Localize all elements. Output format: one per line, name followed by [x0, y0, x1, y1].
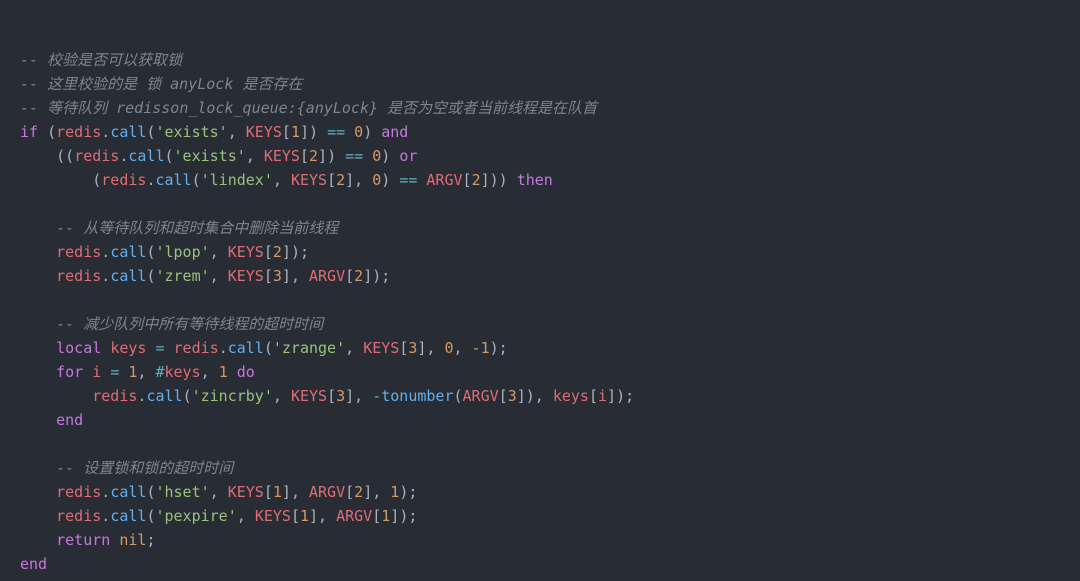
comment-line: -- 校验是否可以获取锁: [20, 51, 182, 69]
comment-line: -- 等待队列 redisson_lock_queue:{anyLock} 是否…: [20, 99, 597, 117]
code-block: -- 校验是否可以获取锁 -- 这里校验的是 锁 anyLock 是否存在 --…: [20, 24, 1060, 576]
code-line: redis.call('zincrby', KEYS[3], -tonumber…: [20, 387, 634, 405]
code-line: local keys = redis.call('zrange', KEYS[3…: [20, 339, 508, 357]
comment-line: -- 从等待队列和超时集合中删除当前线程: [20, 219, 338, 237]
comment-line: -- 这里校验的是 锁 anyLock 是否存在: [20, 75, 302, 93]
code-line: if (redis.call('exists', KEYS[1]) == 0) …: [20, 123, 408, 141]
comment-line: -- 减少队列中所有等待线程的超时时间: [20, 315, 323, 333]
code-line: redis.call('zrem', KEYS[3], ARGV[2]);: [20, 267, 390, 285]
code-line: (redis.call('lindex', KEYS[2], 0) == ARG…: [20, 171, 553, 189]
code-line: end: [20, 411, 83, 429]
comment-line: -- 设置锁和锁的超时时间: [20, 459, 233, 477]
code-line: redis.call('hset', KEYS[1], ARGV[2], 1);: [20, 483, 417, 501]
code-line: redis.call('pexpire', KEYS[1], ARGV[1]);: [20, 507, 417, 525]
code-line: ((redis.call('exists', KEYS[2]) == 0) or: [20, 147, 417, 165]
code-line: redis.call('lpop', KEYS[2]);: [20, 243, 309, 261]
code-line: for i = 1, #keys, 1 do: [20, 363, 255, 381]
code-line: end: [20, 555, 47, 573]
code-line: return nil;: [20, 531, 155, 549]
